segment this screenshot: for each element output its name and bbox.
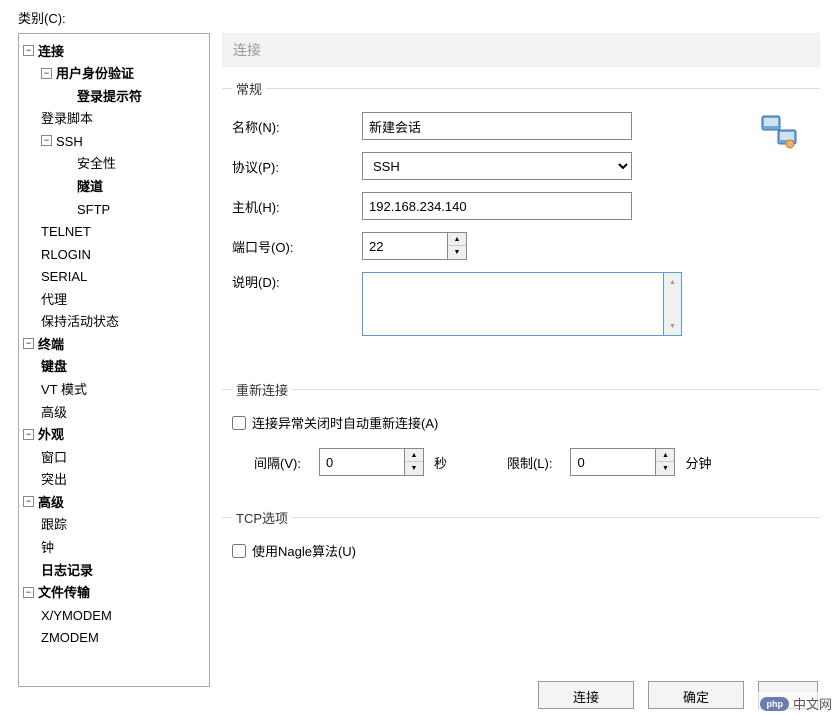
reconnect-fieldset: 重新连接 连接异常关闭时自动重新连接(A) 间隔(V): ▲ ▼ 秒 xyxy=(222,380,820,480)
general-legend: 常规 xyxy=(232,79,266,98)
connect-button[interactable]: 连接 xyxy=(538,681,634,709)
ok-button[interactable]: 确定 xyxy=(648,681,744,709)
tree-item-keepalive[interactable]: 保持活动状态 xyxy=(23,311,205,334)
tree-item-connection[interactable]: −连接 −用户身份验证 登录提示符 登录脚本 −SSH 安全性 隧道 xyxy=(23,40,205,333)
php-badge-icon: php xyxy=(760,697,789,711)
category-tree: −连接 −用户身份验证 登录提示符 登录脚本 −SSH 安全性 隧道 xyxy=(18,33,210,687)
tree-item-window[interactable]: 窗口 xyxy=(23,446,205,469)
description-label: 说明(D): xyxy=(232,272,362,291)
limit-label: 限制(L): xyxy=(507,453,553,472)
general-fieldset: 常规 名称(N): 协议(P): SSH xyxy=(222,79,820,352)
spinner-up-icon[interactable]: ▲ xyxy=(448,233,466,246)
tree-item-login-script[interactable]: 登录脚本 xyxy=(23,108,205,131)
spinner-up-icon[interactable]: ▲ xyxy=(405,449,423,462)
tree-item-zmodem[interactable]: ZMODEM xyxy=(23,627,205,650)
nagle-checkbox[interactable] xyxy=(232,544,246,558)
interval-spinner[interactable]: ▲ ▼ xyxy=(405,448,424,476)
panel-title: 连接 xyxy=(222,33,820,67)
tree-item-keyboard[interactable]: 键盘 xyxy=(23,356,205,379)
name-input[interactable] xyxy=(362,112,632,140)
collapse-icon[interactable]: − xyxy=(23,429,34,440)
tree-item-highlight[interactable]: 突出 xyxy=(23,469,205,492)
limit-unit: 分钟 xyxy=(685,453,711,472)
host-input[interactable] xyxy=(362,192,632,220)
name-label: 名称(N): xyxy=(232,117,362,136)
connection-icon xyxy=(760,112,800,152)
interval-label: 间隔(V): xyxy=(254,453,301,472)
tcp-fieldset: TCP选项 使用Nagle算法(U) xyxy=(222,508,820,580)
auto-reconnect-checkbox[interactable] xyxy=(232,416,246,430)
tree-item-proxy[interactable]: 代理 xyxy=(23,288,205,311)
port-label: 端口号(O): xyxy=(232,237,362,256)
spinner-down-icon[interactable]: ▼ xyxy=(656,462,674,475)
limit-spinner[interactable]: ▲ ▼ xyxy=(656,448,675,476)
tree-item-appearance[interactable]: −外观 窗口 突出 xyxy=(23,424,205,492)
collapse-icon[interactable]: − xyxy=(23,45,34,56)
protocol-select[interactable]: SSH xyxy=(362,152,632,180)
collapse-icon[interactable]: − xyxy=(41,135,52,146)
tree-item-terminal[interactable]: −终端 键盘 VT 模式 高级 xyxy=(23,333,205,423)
auto-reconnect-label: 连接异常关闭时自动重新连接(A) xyxy=(252,413,438,432)
watermark: php 中文网 xyxy=(754,692,838,715)
scroll-up-icon[interactable]: ▲ xyxy=(664,273,681,291)
tree-item-user-auth[interactable]: −用户身份验证 登录提示符 xyxy=(23,63,205,108)
port-spinner[interactable]: ▲ ▼ xyxy=(448,232,467,260)
tree-item-bell[interactable]: 钟 xyxy=(23,536,205,559)
reconnect-legend: 重新连接 xyxy=(232,380,292,399)
tree-item-serial[interactable]: SERIAL xyxy=(23,266,205,289)
port-input[interactable] xyxy=(362,232,448,260)
tree-item-xymodem[interactable]: X/YMODEM xyxy=(23,604,205,627)
spinner-up-icon[interactable]: ▲ xyxy=(656,449,674,462)
tree-item-security[interactable]: 安全性 xyxy=(41,153,205,176)
tree-item-tunnel[interactable]: 隧道 xyxy=(41,175,205,198)
tcp-legend: TCP选项 xyxy=(232,508,292,527)
description-textarea[interactable] xyxy=(362,272,664,336)
collapse-icon[interactable]: − xyxy=(23,496,34,507)
tree-item-file-transfer[interactable]: −文件传输 X/YMODEM ZMODEM xyxy=(23,582,205,650)
textarea-scrollbar[interactable]: ▲ ▼ xyxy=(664,272,682,336)
category-label: 类别(C): xyxy=(18,4,820,33)
collapse-icon[interactable]: − xyxy=(41,68,52,79)
tree-item-rlogin[interactable]: RLOGIN xyxy=(23,243,205,266)
spinner-down-icon[interactable]: ▼ xyxy=(448,246,466,259)
scroll-down-icon[interactable]: ▼ xyxy=(664,317,681,335)
tree-item-logging[interactable]: 日志记录 xyxy=(23,559,205,582)
tree-item-sftp[interactable]: SFTP xyxy=(41,198,205,221)
collapse-icon[interactable]: − xyxy=(23,338,34,349)
tree-item-trace[interactable]: 跟踪 xyxy=(23,514,205,537)
tree-item-ssh[interactable]: −SSH 安全性 隧道 SFTP xyxy=(23,130,205,220)
interval-input[interactable] xyxy=(319,448,405,476)
protocol-label: 协议(P): xyxy=(232,157,362,176)
host-label: 主机(H): xyxy=(232,197,362,216)
watermark-text: 中文网 xyxy=(793,694,832,713)
tree-item-advanced-term[interactable]: 高级 xyxy=(23,401,205,424)
tree-item-advanced[interactable]: −高级 跟踪 钟 日志记录 xyxy=(23,491,205,581)
tree-item-login-prompt[interactable]: 登录提示符 xyxy=(41,85,205,108)
limit-input[interactable] xyxy=(570,448,656,476)
spinner-down-icon[interactable]: ▼ xyxy=(405,462,423,475)
interval-unit: 秒 xyxy=(434,453,447,472)
nagle-label: 使用Nagle算法(U) xyxy=(252,541,356,560)
tree-item-vt-mode[interactable]: VT 模式 xyxy=(23,378,205,401)
tree-item-telnet[interactable]: TELNET xyxy=(23,221,205,244)
collapse-icon[interactable]: − xyxy=(23,587,34,598)
